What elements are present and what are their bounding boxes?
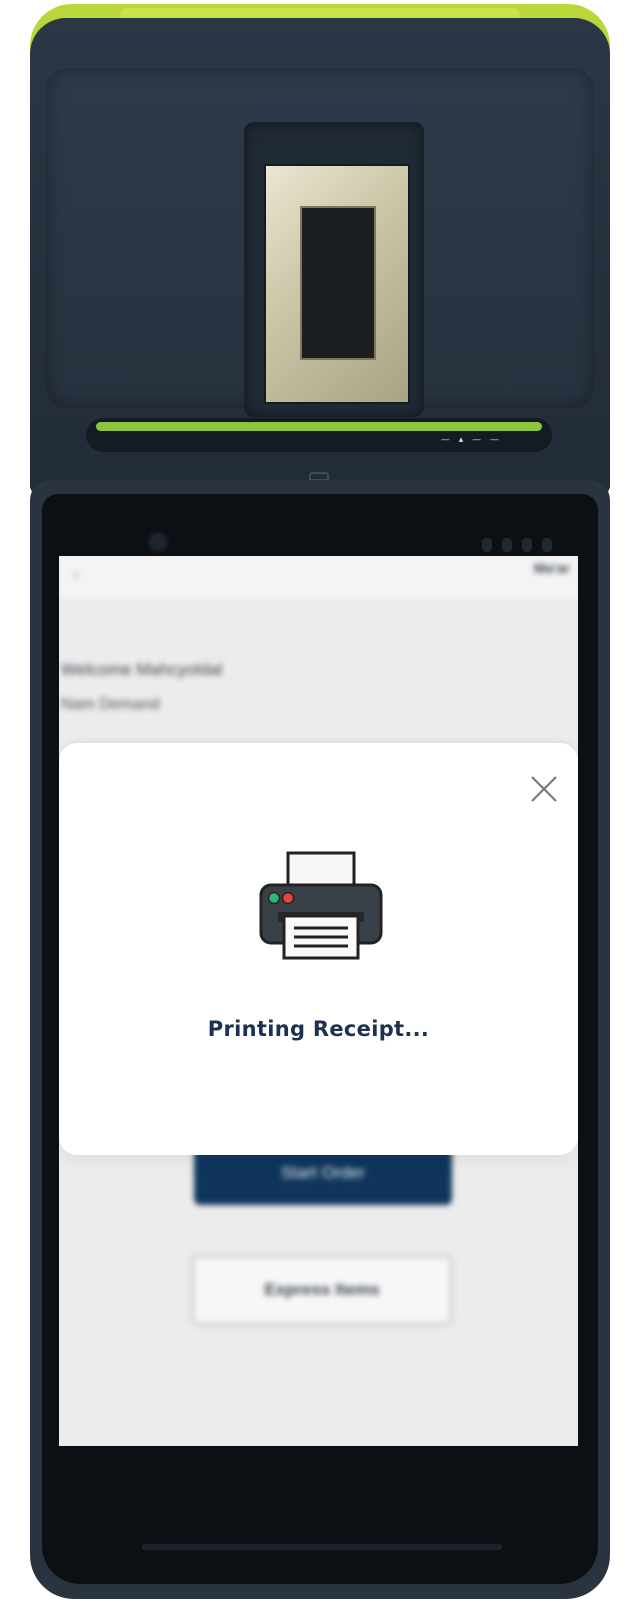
slot-marks: — ▴ — — (440, 435, 502, 445)
printing-status-text: Printing Receipt... (207, 1017, 430, 1041)
receipt-paper-edge (96, 422, 542, 431)
speaker-grille (482, 538, 552, 552)
fingerprint-sensor[interactable] (264, 164, 410, 404)
app-header: ‹ Ma'ar (59, 556, 578, 598)
device-head: — ▴ — — (30, 18, 610, 494)
head-panel (46, 68, 594, 417)
sub-text: Nam Demand (61, 696, 160, 713)
back-arrow-icon[interactable]: ‹ (73, 564, 79, 585)
express-items-button[interactable]: Express Items (191, 1254, 453, 1326)
front-camera-icon (150, 534, 166, 550)
printing-modal: Printing Receipt... (59, 743, 578, 1155)
receipt-printer-slot: — ▴ — — (86, 418, 552, 452)
device-screen: ‹ Ma'ar Welcome Mahcyoldal Nam Demand St… (59, 556, 578, 1446)
close-icon[interactable] (528, 773, 560, 805)
fingerprint-window (302, 208, 374, 358)
printer-icon (259, 851, 383, 960)
welcome-text: Welcome Mahcyoldal (61, 660, 223, 679)
header-right-text: Ma'ar (533, 560, 570, 576)
bottom-bezel (142, 1544, 502, 1550)
